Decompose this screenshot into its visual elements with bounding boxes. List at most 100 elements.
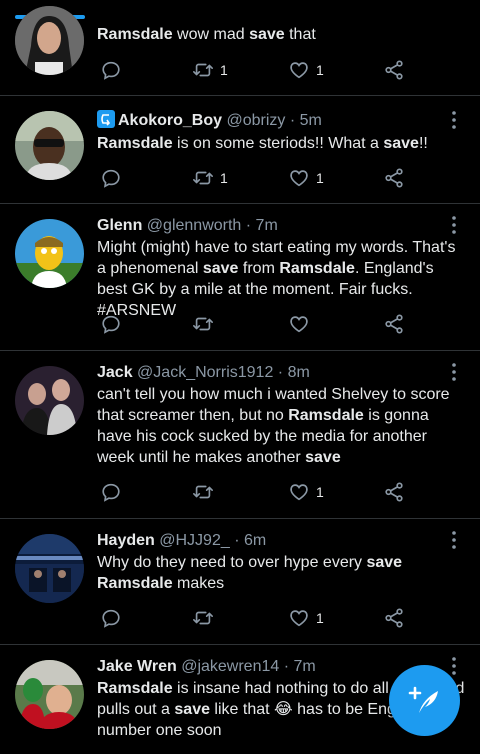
avatar[interactable] [15,660,84,729]
more-vertical-icon[interactable] [450,530,458,550]
reply-button[interactable] [100,58,122,82]
retweet-button[interactable] [192,312,220,336]
handle[interactable]: @glennworth [147,217,242,234]
highlighted-keyword: Ramsdale [97,135,173,152]
display-name[interactable]: Akokoro_Boy [118,112,222,129]
tweet-text: Why do they need to over hype every save… [97,552,466,594]
retweet-icon [193,63,213,77]
reply-icon [102,315,120,334]
like-count: 1 [316,610,324,626]
text-segment: makes [172,575,225,592]
tweet-actions: 1 [97,606,417,630]
share-icon [385,168,403,188]
retweet-icon [193,611,213,625]
display-name[interactable]: Jake Wren [97,658,177,675]
display-name[interactable]: Jack [97,364,133,381]
text-segment: from [238,260,280,277]
reply-button[interactable] [100,312,122,336]
compose-tweet-icon [408,686,438,713]
tweet[interactable]: Hayden @HJJ92_ · 6m Why do they need to … [0,519,480,645]
retweet-button[interactable]: 1 [192,58,228,82]
tweet-actions: 1 [97,480,417,504]
avatar[interactable] [15,111,84,180]
retweet-count: 1 [220,62,228,78]
tweet-actions [97,312,417,336]
tweet-actions: 1 1 [97,166,417,190]
share-button[interactable] [383,166,405,190]
reply-icon [102,609,120,628]
tweet-header: Hayden @HJJ92_ · 6m [97,531,466,551]
share-icon [385,60,403,80]
highlighted-keyword: save [174,701,210,718]
heart-icon [290,484,308,501]
timestamp[interactable]: · 5m [290,112,322,129]
tweet[interactable]: Glenn @glennworth · 7m Might (might) hav… [0,204,480,351]
retweet-button[interactable] [192,480,220,504]
timestamp[interactable]: · 8m [278,364,310,381]
like-count: 1 [316,170,324,186]
tweet-header: Jack @Jack_Norris1912 · 8m [97,363,466,383]
like-button[interactable]: 1 [288,480,324,504]
tweet-header: Akokoro_Boy @obrizy · 5m [97,110,466,131]
highlighted-keyword: save [366,554,403,571]
tweet[interactable]: Jack @Jack_Norris1912 · 8m can't tell yo… [0,351,480,519]
more-vertical-icon[interactable] [450,215,458,235]
handle[interactable]: @HJJ92_ [159,532,230,549]
highlighted-keyword: save [202,260,239,277]
share-button[interactable] [383,58,405,82]
text-segment: !! [418,135,428,152]
retweet-button[interactable]: 1 [192,166,228,190]
share-icon [385,482,403,502]
share-button[interactable] [383,312,405,336]
avatar[interactable] [15,366,84,435]
share-icon [385,608,403,628]
highlighted-keyword: Ramsdale [97,575,173,592]
tweet-text: can't tell you how much i wanted Shelvey… [97,384,466,468]
handle[interactable]: @obrizy [226,112,285,129]
heart-icon [290,316,308,333]
retweet-button[interactable] [192,606,220,630]
handle[interactable]: @jakewren14 [181,658,279,675]
like-button[interactable]: 1 [288,166,324,190]
more-vertical-icon[interactable] [450,656,458,676]
tweet[interactable]: Akokoro_Boy @obrizy · 5m Ramsdale is on … [0,96,480,204]
reply-icon [102,61,120,80]
reply-icon [102,169,120,188]
reply-button[interactable] [100,606,122,630]
avatar[interactable] [15,534,84,603]
text-segment: is on some steriods!! What a [172,135,384,152]
tweet-actions: 1 1 [97,58,417,82]
share-button[interactable] [383,606,405,630]
more-vertical-icon[interactable] [450,362,458,382]
timestamp[interactable]: · 6m [234,532,266,549]
avatar[interactable] [15,6,84,75]
compose-tweet-button[interactable] [389,665,460,736]
handle[interactable]: @Jack_Norris1912 [137,364,273,381]
tweet-text: Ramsdale is on some steriods!! What a sa… [97,133,466,154]
retweet-icon [193,485,213,499]
text-segment: wow mad [172,26,250,43]
like-button[interactable]: 1 [288,58,324,82]
timestamp[interactable]: · 7m [246,217,278,234]
heart-icon [290,610,308,627]
like-button[interactable] [288,312,316,336]
text-segment: that [284,26,316,43]
text-segment: Why do they need to over hype every [97,554,367,571]
timestamp[interactable]: · 7m [284,658,316,675]
reply-button[interactable] [100,166,122,190]
more-vertical-icon[interactable] [450,110,458,130]
heart-icon [290,62,308,79]
highlighted-keyword: save [383,135,419,152]
avatar[interactable] [15,219,84,288]
share-button[interactable] [383,480,405,504]
tweet[interactable]: Ramsdale wow mad save that 1 1 [0,0,480,96]
retweet-icon [193,317,213,331]
reply-button[interactable] [100,480,122,504]
like-button[interactable]: 1 [288,606,324,630]
display-name[interactable]: Hayden [97,532,155,549]
display-name[interactable]: Glenn [97,217,142,234]
highlighted-keyword: Ramsdale [97,26,173,43]
like-count: 1 [316,484,324,500]
heart-icon [290,170,308,187]
like-count: 1 [316,62,324,78]
